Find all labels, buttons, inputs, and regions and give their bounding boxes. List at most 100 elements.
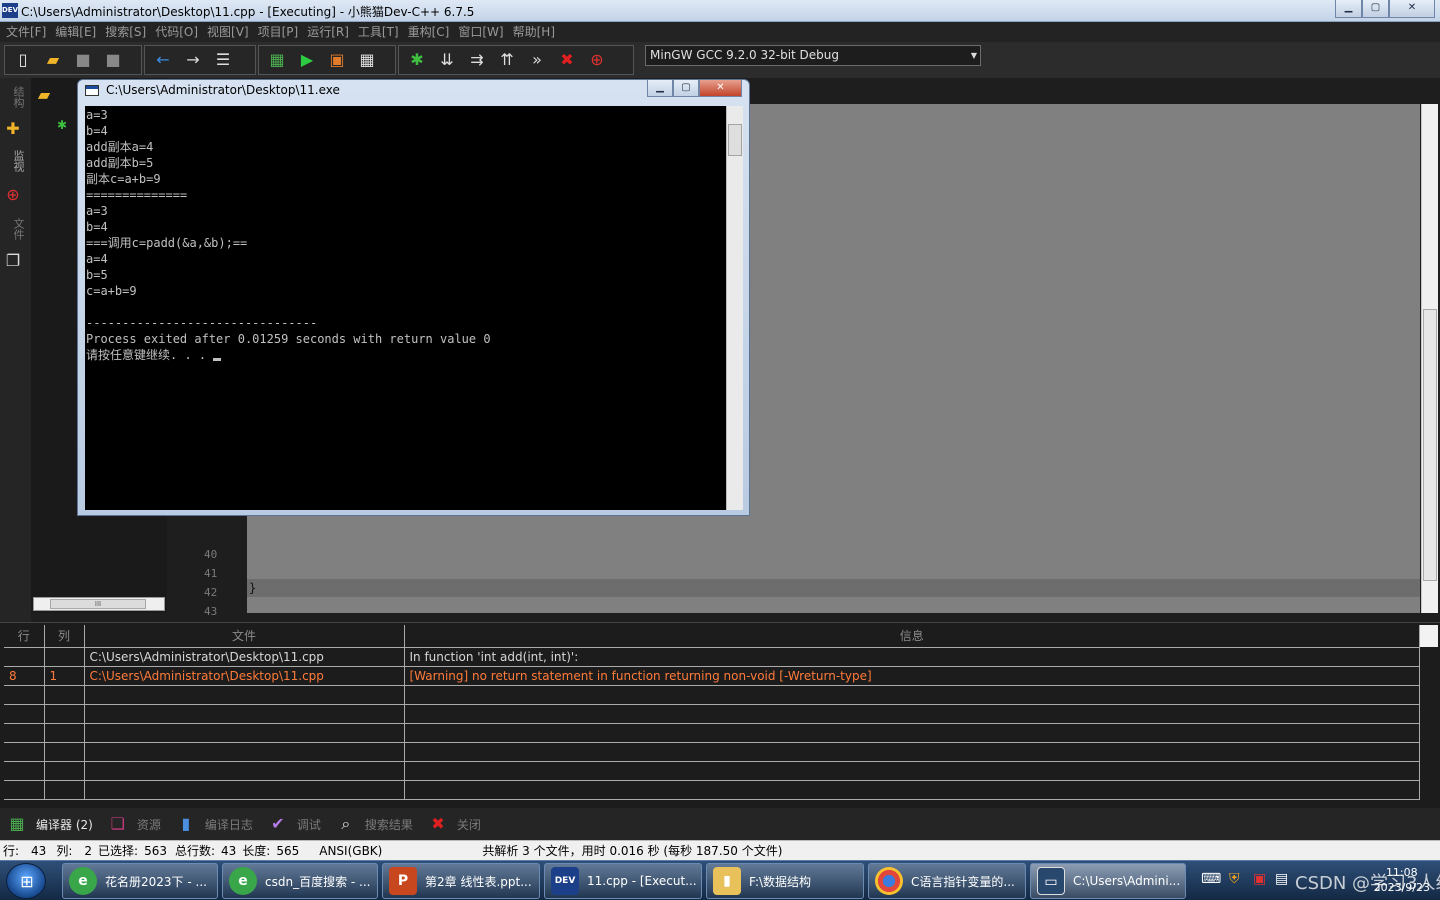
- console-output[interactable]: a=3 b=4 add副本a=4 add副本b=5 副本c=a+b=9 ====…: [85, 106, 726, 510]
- console-close-button[interactable]: ✕: [699, 80, 742, 97]
- forward-arrow-icon[interactable]: →: [182, 49, 204, 71]
- menu-help[interactable]: 帮助[H]: [511, 22, 562, 42]
- console-line: a=4: [86, 252, 108, 266]
- open-folder-icon[interactable]: ▰: [42, 49, 64, 71]
- devcpp-window: DEV C:\Users\Administrator\Desktop\11.cp…: [0, 0, 1440, 900]
- taskbar-item[interactable]: P 第2章 线性表.ppt...: [382, 863, 540, 899]
- console-line: ==============: [86, 188, 188, 202]
- step-out-icon[interactable]: ⇈: [496, 49, 518, 71]
- menu-project[interactable]: 项目[P]: [256, 22, 306, 42]
- taskbar-item[interactable]: DEV 11.cpp - [Execut...: [544, 863, 702, 899]
- keyboard-icon[interactable]: ⌨: [1201, 871, 1221, 887]
- taskbar-item[interactable]: ▭ C:\Users\Admini...: [1030, 863, 1186, 899]
- console-maximize-button[interactable]: ▢: [673, 80, 699, 97]
- column-header-file[interactable]: 文件: [84, 625, 405, 648]
- save-all-icon[interactable]: ■: [102, 49, 124, 71]
- console-minimize-button[interactable]: ▁: [647, 80, 673, 97]
- table-row[interactable]: C:\Users\Administrator\Desktop\11.cpp In…: [4, 647, 1420, 667]
- menu-tools[interactable]: 工具[T]: [356, 22, 406, 42]
- tab-label: 编译器 (2): [36, 817, 93, 832]
- tab-compiler[interactable]: ▦ 编译器 (2): [6, 813, 93, 835]
- taskbar-item[interactable]: e 花名册2023下 - ...: [62, 863, 218, 899]
- add-watch-icon[interactable]: ⊕: [586, 49, 608, 71]
- tab-label: 关闭: [456, 817, 481, 832]
- table-row[interactable]: 8 1 C:\Users\Administrator\Desktop\11.cp…: [4, 666, 1420, 686]
- open-icon[interactable]: ▰: [33, 84, 55, 106]
- stop-icon[interactable]: ✖: [556, 49, 578, 71]
- minimize-button[interactable]: ▁: [1335, 0, 1362, 18]
- scrollbar-thumb[interactable]: [728, 124, 742, 156]
- status-total-label: 总行数:: [174, 844, 216, 858]
- column-header-info[interactable]: 信息: [404, 625, 1420, 648]
- console-title: C:\Users\Administrator\Desktop\11.exe: [106, 83, 340, 97]
- status-total: 43: [221, 843, 237, 858]
- column-header-line[interactable]: 行: [4, 625, 45, 648]
- status-selected: 563: [144, 843, 167, 858]
- taskbar-item[interactable]: C语言指针变量的...: [868, 863, 1026, 899]
- compile-icon[interactable]: ▦: [266, 49, 288, 71]
- shield-icon[interactable]: ⛨: [1229, 871, 1240, 887]
- clock[interactable]: 11:08 2023/9/23: [1374, 865, 1430, 895]
- menu-file[interactable]: 文件[F]: [4, 22, 53, 42]
- tab-search-results[interactable]: ⌕ 搜索结果: [335, 813, 413, 835]
- left-panel-scrollbar[interactable]: III: [33, 597, 165, 611]
- debug-bug-icon[interactable]: ✱: [406, 49, 428, 71]
- console-window[interactable]: C:\Users\Administrator\Desktop\11.exe ▁ …: [77, 79, 750, 516]
- copy-icon[interactable]: ❐: [2, 250, 24, 272]
- editor-vertical-scrollbar[interactable]: [1421, 104, 1438, 613]
- search-icon: ⌕: [341, 814, 351, 833]
- empty-row: [4, 723, 1420, 743]
- console-scrollbar[interactable]: [726, 106, 743, 510]
- folder-icon: ▮: [713, 867, 741, 895]
- tab-compile-log[interactable]: ▮ 编译日志: [175, 813, 253, 835]
- format-code-icon[interactable]: ☰: [212, 49, 234, 71]
- back-arrow-icon[interactable]: ←: [152, 49, 174, 71]
- menu-search[interactable]: 搜索[S]: [103, 22, 153, 42]
- watch-icon[interactable]: ⊕: [2, 184, 24, 206]
- menu-refactor[interactable]: 重构[C]: [406, 22, 457, 42]
- status-encoding: ANSI(GBK): [319, 843, 383, 858]
- cell-col: [44, 647, 85, 667]
- menu-edit[interactable]: 编辑[E]: [53, 22, 103, 42]
- menu-run[interactable]: 运行[R]: [305, 22, 356, 42]
- start-button[interactable]: ⊞: [6, 863, 46, 899]
- console-line: ===调用c=padd(&a,&b);==: [86, 236, 248, 250]
- new-file-icon[interactable]: ▯: [12, 49, 34, 71]
- current-line[interactable]: }: [247, 579, 1420, 597]
- network-icon[interactable]: ▤: [1275, 871, 1288, 887]
- status-selected-label: 已选择:: [98, 844, 139, 858]
- chrome-icon: [875, 867, 903, 895]
- close-button[interactable]: ✕: [1389, 0, 1435, 18]
- antivirus-icon[interactable]: ▣: [1253, 871, 1266, 887]
- cell-line: 8: [4, 666, 45, 686]
- compiler-select[interactable]: MinGW GCC 9.2.0 32-bit Debug ▼: [645, 45, 981, 66]
- tab-close[interactable]: ✖ 关闭: [427, 813, 481, 835]
- console-prompt-line: 请按任意键继续. . .: [86, 347, 726, 363]
- menu-window[interactable]: 窗口[W]: [456, 22, 510, 42]
- tab-debug[interactable]: ✔ 调试: [267, 813, 321, 835]
- tab-label: 编译日志: [204, 817, 253, 832]
- messages-scrollbar[interactable]: [1420, 625, 1438, 647]
- run-icon[interactable]: ▶: [296, 49, 318, 71]
- menu-view[interactable]: 视图[V]: [205, 22, 256, 42]
- step-into-icon[interactable]: ⇉: [466, 49, 488, 71]
- column-header-col[interactable]: 列: [44, 625, 85, 648]
- tab-resources[interactable]: ❏ 资源: [107, 813, 161, 835]
- save-icon[interactable]: ■: [72, 49, 94, 71]
- build-toolbar-group: ▦ ▶ ▣ ▦: [258, 45, 396, 75]
- maximize-button[interactable]: ▢: [1362, 0, 1389, 18]
- status-parse-info: 共解析 3 个文件，用时 0.016 秒 (每秒 187.50 个文件): [482, 844, 783, 858]
- compile-run-icon[interactable]: ▣: [326, 49, 348, 71]
- rebuild-icon[interactable]: ▦: [356, 49, 378, 71]
- continue-icon[interactable]: »: [526, 49, 548, 71]
- tab-files[interactable]: 文件: [4, 218, 26, 240]
- scrollbar-thumb[interactable]: III: [50, 599, 146, 609]
- tab-watch[interactable]: 监视: [4, 150, 26, 172]
- scrollbar-thumb[interactable]: [1423, 309, 1437, 581]
- tab-structure[interactable]: 结构: [4, 86, 26, 108]
- taskbar-item[interactable]: ▮ F:\数据结构: [706, 863, 864, 899]
- taskbar-item[interactable]: e csdn_百度搜索 - ...: [222, 863, 378, 899]
- step-over-icon[interactable]: ⇊: [436, 49, 458, 71]
- add-icon[interactable]: ✚: [2, 118, 24, 140]
- menu-code[interactable]: 代码[O]: [153, 22, 205, 42]
